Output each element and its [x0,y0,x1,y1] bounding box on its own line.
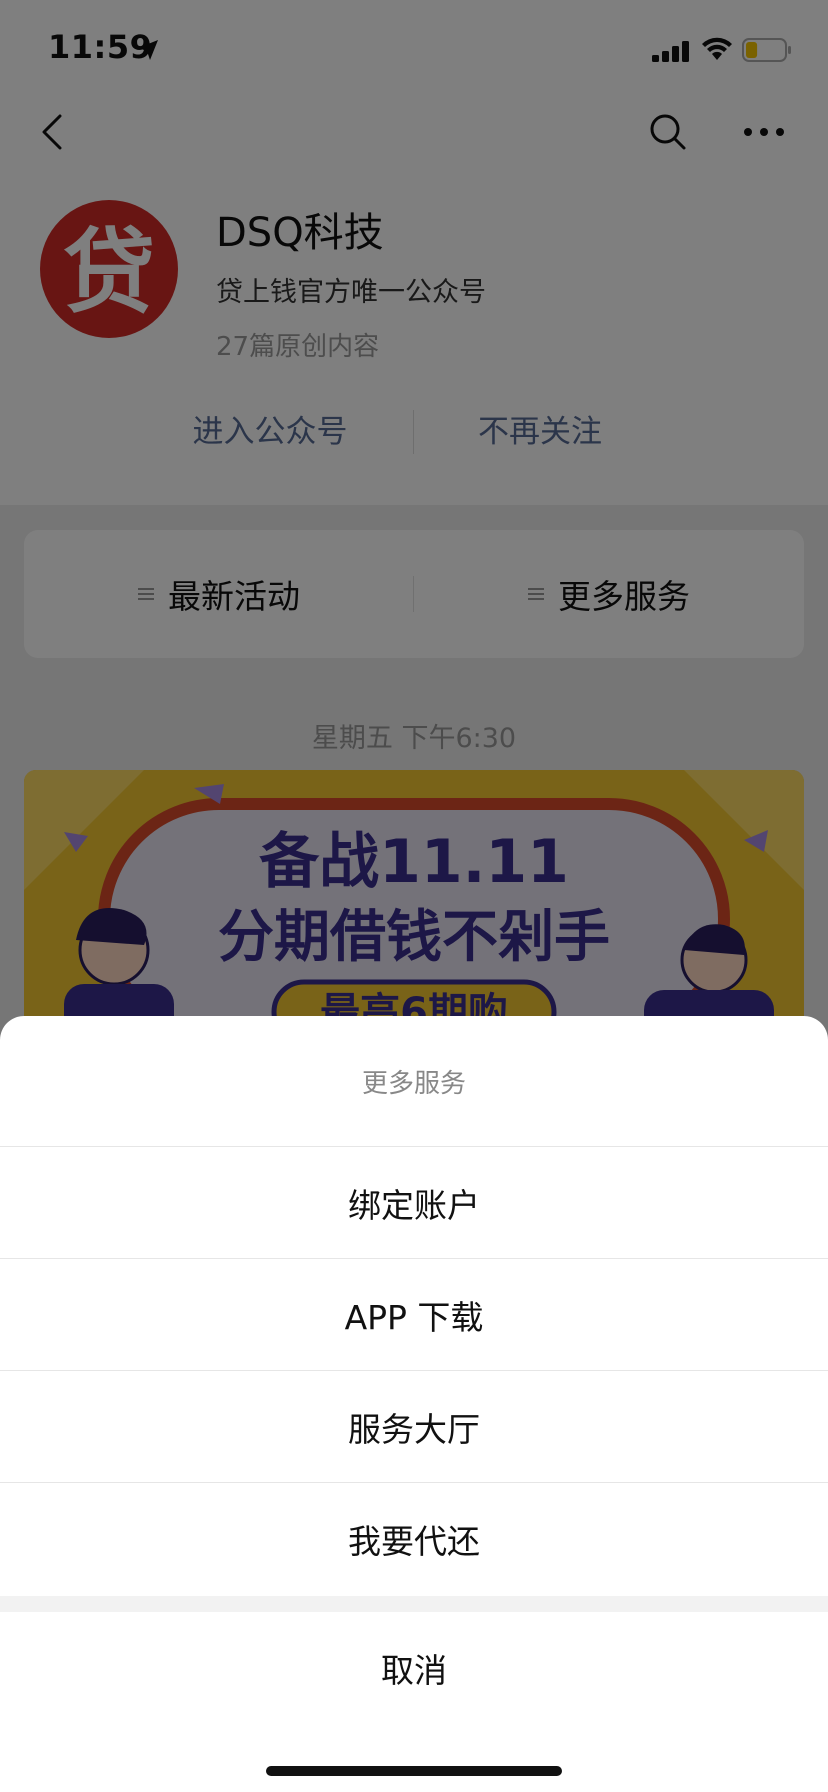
home-indicator[interactable] [266,1766,562,1776]
option-bind-account[interactable]: 绑定账户 [0,1146,828,1258]
sheet-title: 更多服务 [361,1068,466,1099]
sheet-separator [0,1596,828,1612]
option-service-hall[interactable]: 服务大厅 [0,1370,828,1482]
option-repay-for-me[interactable]: 我要代还 [0,1482,828,1594]
option-app-download[interactable]: APP 下载 [0,1258,828,1370]
action-sheet: 更多服务 绑定账户 APP 下载 服务大厅 我要代还 取消 [0,1016,828,1792]
cancel-button[interactable]: 取消 [0,1612,828,1724]
